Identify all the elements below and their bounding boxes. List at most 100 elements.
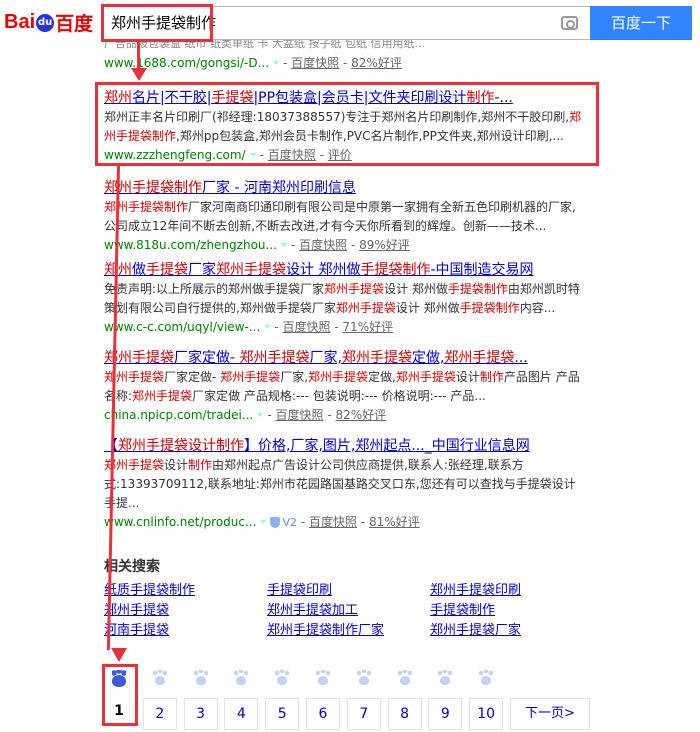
text-fragment: 做 <box>132 262 146 278</box>
related-search-link[interactable]: 郑州手提袋制作厂家 <box>267 622 384 640</box>
page-item[interactable]: 2 <box>142 668 177 730</box>
result-meta: www.c-c.com/uqyl/view-... - 百度快照 - 71%好评 <box>104 318 584 336</box>
text-fragment: 设计 <box>164 458 189 472</box>
text-fragment: 定做, <box>368 370 396 384</box>
page-item[interactable]: 3 <box>183 668 218 730</box>
related-search-link[interactable]: 河南手提袋 <box>104 622 169 640</box>
rating-link[interactable]: 评价 <box>328 148 352 162</box>
paw-icon <box>265 668 299 694</box>
result-abstract: 郑州手提袋厂家定做- 郑州手提袋厂家,郑州手提袋定做,郑州手提袋设计制作产品图片… <box>104 368 584 406</box>
logo-paw-text: du <box>37 17 53 28</box>
related-search-link[interactable]: 郑州手提袋加工 <box>267 602 358 620</box>
dropdown-arrow-icon[interactable] <box>273 61 280 65</box>
separator: - <box>323 408 336 422</box>
snapshot-link[interactable]: 百度快照 <box>299 238 347 252</box>
result-title[interactable]: 郑州手提袋制作厂家 - 河南郑州印刷信息 <box>104 178 584 198</box>
search-input[interactable]: 郑州手提袋制作 <box>111 7 216 39</box>
keyword-highlight: 手提袋制作 <box>447 282 508 296</box>
text-fragment: 名片|不干胶| <box>132 90 212 106</box>
paw-icon <box>347 668 381 694</box>
text-fragment: 定做, <box>411 350 445 366</box>
rating-link[interactable]: 82%好评 <box>335 408 386 422</box>
related-search-link[interactable]: 手提袋印刷 <box>267 582 332 600</box>
keyword-highlight: 郑州 <box>104 90 132 106</box>
result-abstract: 郑州手提袋设计制作由郑州起点广告设计公司供应商提供,联系人:张经理,联系方式:1… <box>104 456 584 513</box>
related-search-link[interactable]: 手提袋制作 <box>430 602 495 620</box>
camera-icon[interactable] <box>561 16 578 30</box>
search-button[interactable]: 百度一下 <box>590 6 692 40</box>
page-number-link[interactable]: 9 <box>428 698 463 730</box>
separator: - <box>300 515 309 529</box>
result-item: 郑州做手提袋厂家郑州手提袋设计 郑州做手提袋制作-中国制造交易网 免责声明:以上所… <box>104 260 584 336</box>
related-search-link[interactable]: 郑州手提袋 <box>104 602 169 620</box>
dropdown-arrow-icon[interactable] <box>260 520 267 524</box>
snapshot-link[interactable]: 百度快照 <box>282 320 330 334</box>
result-title[interactable]: 【郑州手提袋设计制作】价格,厂家,图片,郑州起点..._中国行业信息网 <box>104 436 584 456</box>
related-search-link[interactable]: 郑州手提袋厂家 <box>430 622 521 640</box>
page-number-link[interactable]: 6 <box>306 698 340 730</box>
text-fragment: 厂家 <box>188 262 216 278</box>
text-fragment: 厂家 - 河南郑州印刷信息 <box>202 180 356 196</box>
logo-du-text: 百度 <box>55 12 94 35</box>
page-number-link[interactable]: 3 <box>183 698 218 730</box>
snapshot-link[interactable]: 百度快照 <box>309 515 357 529</box>
page-number-link[interactable]: 4 <box>224 698 259 730</box>
keyword-highlight: 手提袋制作 <box>360 262 431 278</box>
result-abstract: 免责声明:以上所展示的郑州做手提袋厂家郑州手提袋设计 郑州做手提袋制作由郑州凯时… <box>104 280 584 318</box>
dropdown-arrow-icon[interactable] <box>257 413 264 417</box>
text-fragment: 设计 郑州做 <box>384 282 448 296</box>
dropdown-arrow-icon[interactable] <box>280 243 287 247</box>
annotation-arrowhead <box>131 68 147 81</box>
rating-link[interactable]: 89%好评 <box>359 238 410 252</box>
page-number-link[interactable]: 5 <box>265 698 300 730</box>
result-url[interactable]: www.1688.com/gongsi/-D... <box>104 56 269 70</box>
result-title[interactable]: 广告品被包装盒 纸币 纸类单纸 卡 大盆纸 按子纸 包纸 信用用纸... <box>104 40 425 54</box>
snapshot-link[interactable]: 百度快照 <box>276 408 324 422</box>
result-title[interactable]: 郑州手提袋厂家定做- 郑州手提袋厂家,郑州手提袋定做,郑州手提袋... <box>104 348 584 368</box>
search-box[interactable]: 郑州手提袋制作 <box>102 6 590 40</box>
result-item: 广告品被包装盒 纸币 纸类单纸 卡 大盆纸 按子纸 包纸 信用用纸... www… <box>104 40 425 72</box>
snapshot-link[interactable]: 百度快照 <box>291 56 339 70</box>
snapshot-link[interactable]: 百度快照 <box>268 148 316 162</box>
result-title-text: 广告品被包装盒 纸币 纸类单纸 卡 大盆纸 按子纸 包纸 信用用纸... <box>104 40 425 50</box>
rating-link[interactable]: 81%好评 <box>369 515 420 529</box>
result-url[interactable]: www.818u.com/zhengzhou... <box>104 238 277 252</box>
result-url[interactable]: www.zzzhengfeng.com/ <box>104 148 246 162</box>
logo-bai-text: Bai <box>4 10 36 33</box>
page-item[interactable]: 4 <box>224 668 259 730</box>
keyword-highlight: 郑州手提袋 <box>335 301 396 315</box>
paw-icon <box>428 668 462 694</box>
rating-link[interactable]: 82%好评 <box>351 56 402 70</box>
related-search-link[interactable]: 纸质手提袋制作 <box>104 582 195 600</box>
result-url[interactable]: china.npicp.com/tradei... <box>104 408 253 422</box>
page-item[interactable]: 8 <box>387 668 422 730</box>
result-meta: www.818u.com/zhengzhou... - 百度快照 - 89%好评 <box>104 236 584 254</box>
page-item[interactable]: 10 <box>469 668 504 730</box>
next-page-button[interactable]: 下一页> <box>510 698 590 730</box>
page-number-link[interactable]: 2 <box>142 698 177 730</box>
page-item[interactable]: 5 <box>265 668 300 730</box>
dropdown-arrow-icon[interactable] <box>249 153 256 157</box>
related-searches: 相关搜索 纸质手提袋制作 手提袋印刷 郑州手提袋印刷 郑州手提袋 郑州手提袋加工 手提袋制… <box>104 558 564 638</box>
paw-icon <box>306 668 340 694</box>
text-fragment: -... <box>494 90 513 106</box>
result-url[interactable]: www.cnlinfo.net/produc... <box>104 515 256 529</box>
page-item[interactable]: 6 <box>306 668 340 730</box>
page-item[interactable]: 7 <box>346 668 381 730</box>
verified-level-badge[interactable]: V2 <box>282 516 297 529</box>
paw-icon <box>388 668 422 694</box>
baidu-logo[interactable]: Bai du 百度 <box>4 8 93 36</box>
result-url[interactable]: www.c-c.com/uqyl/view-... <box>104 320 260 334</box>
result-title[interactable]: 郑州名片|不干胶|手提袋|PP包装盒|会员卡|文件夹印刷设计制作-... <box>104 88 584 108</box>
keyword-highlight: 制作 <box>188 458 213 472</box>
page-number-link[interactable]: 10 <box>469 698 504 730</box>
related-search-link[interactable]: 郑州手提袋印刷 <box>430 582 521 600</box>
text-fragment: 设计 郑州做 <box>395 301 460 315</box>
dropdown-arrow-icon[interactable] <box>264 325 271 329</box>
page-number-link[interactable]: 8 <box>387 698 422 730</box>
rating-link[interactable]: 71%好评 <box>342 320 393 334</box>
page-number-link[interactable]: 7 <box>346 698 381 730</box>
page-item[interactable]: 9 <box>428 668 463 730</box>
keyword-highlight: 制作 <box>466 90 495 106</box>
result-title[interactable]: 郑州做手提袋厂家郑州手提袋设计 郑州做手提袋制作-中国制造交易网 <box>104 260 584 280</box>
